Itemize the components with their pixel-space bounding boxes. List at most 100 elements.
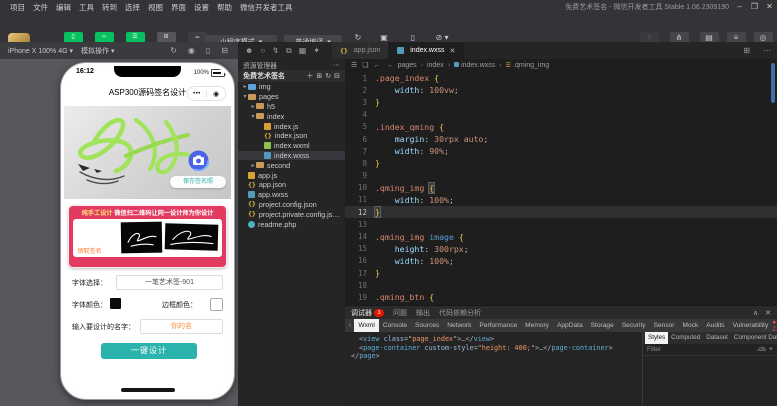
breadcrumb-item-.qming_img[interactable]: ☰ .qming_img [506, 62, 550, 69]
refresh-icon[interactable]: ↻ [325, 72, 331, 80]
panel-tab-输出[interactable]: 输出 [416, 308, 430, 318]
file-tree-item-app.js[interactable]: app.js [238, 170, 345, 180]
tab-index.wxss[interactable]: index.wxss ✕ [389, 42, 465, 59]
back-arrow-icon[interactable]: ← [374, 62, 381, 69]
close-panel-icon[interactable]: ✕ [765, 309, 771, 317]
devtools-tab-Console[interactable]: Console [379, 319, 411, 332]
file-tree-item-app.json[interactable]: {} app.json [238, 180, 345, 190]
project-section-header[interactable]: 免费艺术签名 ＋ ⊞ ↻ ⊟ [238, 70, 345, 82]
rotate-icon[interactable]: ↻ [170, 46, 177, 55]
dock-icon[interactable]: ⊟ [221, 46, 228, 55]
menu-item-项目[interactable]: 项目 [10, 2, 25, 13]
collapse-icon[interactable]: ⊟ [334, 72, 340, 80]
panel-tab-问题[interactable]: 问题 [393, 308, 407, 318]
tab-app.json[interactable]: {} app.json [331, 42, 390, 59]
styles-tab-Component Data[interactable]: Component Data [731, 332, 777, 344]
more-icon[interactable]: ••• [188, 91, 206, 97]
list-icon[interactable]: ☰ [351, 61, 357, 69]
devtools-tab-Performance[interactable]: Performance [475, 319, 521, 332]
close-icon[interactable]: ✕ [449, 47, 455, 55]
menu-item-设置[interactable]: 设置 [194, 2, 209, 13]
menu-item-文件[interactable]: 文件 [33, 2, 48, 13]
file-tree-item-index.json[interactable]: {} index.json [238, 131, 345, 141]
forward-arrow-icon[interactable]: → [386, 62, 393, 69]
panel-tab-调试器[interactable]: 调试器 3 [351, 308, 384, 318]
devtools-tab-AppData[interactable]: AppData [553, 319, 587, 332]
styles-tab-Styles[interactable]: Styles [645, 332, 669, 344]
profile-icon[interactable]: ☻ [245, 46, 253, 55]
collapse-panel-icon[interactable]: ∧ [753, 309, 758, 317]
file-tree-item-pages[interactable]: ▾ pages [238, 92, 345, 102]
code-area[interactable]: 1 .page_index {2 width: 100vw; 3} 4 5 .index_… [345, 72, 777, 305]
new-folder-icon[interactable]: ⊞ [316, 72, 322, 80]
file-tree-item-h5[interactable]: ▸ h5 [238, 102, 345, 112]
file-tree-item-project.config.json[interactable]: {} project.config.json [238, 200, 345, 210]
devtools-tab-Wxml[interactable]: Wxml [354, 319, 379, 332]
devtools-tab-Vulnerability[interactable]: Vulnerability [729, 319, 773, 332]
add-style-icon[interactable]: + [769, 346, 773, 353]
panel-tab-代码依赖分析[interactable]: 代码依赖分析 [439, 308, 481, 318]
editor-scrollbar[interactable] [771, 63, 775, 103]
device-dropdown[interactable]: iPhone X 100% 4G ▾ [8, 47, 73, 55]
file-tree-item-index.js[interactable]: index.js [238, 121, 345, 131]
styles-tab-Computed[interactable]: Computed [668, 332, 703, 344]
wxml-tree-row-0[interactable]: <view class="page_index">…</view> [351, 335, 642, 344]
cls-toggle[interactable]: .cls [756, 346, 765, 353]
search-icon[interactable]: ○ [260, 46, 265, 55]
promo-banner[interactable]: 纯手工设计 微信扫二维码让同一设计师为你设计 领取签名 [68, 205, 227, 268]
file-tree-item-app.wxss[interactable]: app.wxss [238, 190, 345, 200]
file-tree-item-project.private.config.js…[interactable]: {} project.private.config.js… [238, 209, 345, 219]
devtools-tab-Sensor[interactable]: Sensor [650, 319, 679, 332]
devtools-tab-Sources[interactable]: Sources [411, 319, 443, 332]
back-icon[interactable]: ‹ [349, 322, 351, 329]
wxml-tree-row-1[interactable]: <page-container custom-style="height: 40… [351, 344, 642, 353]
split-editor-icon[interactable]: ⊞ [743, 46, 750, 55]
devtools-tab-Network[interactable]: Network [443, 319, 475, 332]
one-click-design-button[interactable]: 一键设计 [101, 343, 197, 359]
border-color-swatch[interactable] [210, 298, 223, 311]
menu-item-编辑[interactable]: 编辑 [56, 2, 71, 13]
font-select-input[interactable]: 一笔艺术签-901 [116, 275, 223, 290]
file-tree-item-readme.php[interactable]: readme.php [238, 219, 345, 229]
file-tree-item-img[interactable]: ▸ img [238, 82, 345, 92]
devtools-tab-Mock[interactable]: Mock [679, 319, 703, 332]
styles-tab-Dataset[interactable]: Dataset [703, 332, 731, 344]
menu-item-视图[interactable]: 视图 [148, 2, 163, 13]
name-input[interactable]: 你的名 [140, 319, 223, 334]
save-signature-button[interactable]: 保存签名照 [170, 176, 226, 188]
windows-icon[interactable]: ⧉ [286, 46, 292, 56]
minimize-button[interactable]: – [732, 0, 747, 15]
file-tree-item-index[interactable]: ▾ index [238, 111, 345, 121]
close-button[interactable]: ✕ [762, 0, 777, 15]
screenshot-icon[interactable]: ◉ [188, 46, 195, 55]
more-icon[interactable]: ⋯ [333, 61, 340, 69]
menu-item-帮助[interactable]: 帮助 [217, 2, 232, 13]
camera-icon[interactable] [187, 149, 210, 172]
menu-item-工具[interactable]: 工具 [79, 2, 94, 13]
devtools-tab-Security[interactable]: Security [618, 319, 650, 332]
file-tree-item-index.wxml[interactable]: index.wxml [238, 141, 345, 151]
maximize-button[interactable]: ❐ [747, 0, 762, 15]
simulate-ops-dropdown[interactable]: 模拟操作 ▾ [81, 46, 114, 56]
device-icon[interactable]: ▯ [206, 46, 210, 55]
wxml-element-tree[interactable]: <view class="page_index">…</view> <page-c… [345, 332, 642, 406]
more-icon[interactable]: ⋯ [763, 46, 771, 55]
breadcrumb-item-pages[interactable]: pages [398, 62, 417, 69]
star-icon[interactable]: ✦ [313, 46, 320, 55]
wxml-tree-row-2[interactable]: </page> [351, 352, 642, 361]
font-color-swatch[interactable] [110, 298, 121, 309]
lightning-icon[interactable]: ↯ [272, 46, 279, 55]
new-file-icon[interactable]: ＋ [306, 71, 313, 81]
devtools-tab-Memory[interactable]: Memory [521, 319, 553, 332]
claim-signature-link[interactable]: 领取签名 [77, 246, 102, 255]
menu-item-界面[interactable]: 界面 [171, 2, 186, 13]
menu-item-微信开发者工具[interactable]: 微信开发者工具 [240, 2, 293, 13]
breadcrumb-item-index.wxss[interactable]: index.wxss [454, 61, 495, 69]
bookmark-icon[interactable]: ❏ [362, 61, 368, 69]
devtools-tab-Audits[interactable]: Audits [702, 319, 728, 332]
file-tree-item-index.wxss[interactable]: index.wxss [238, 150, 345, 161]
layout-icon[interactable]: ▦ [299, 46, 307, 55]
menu-item-选择[interactable]: 选择 [125, 2, 140, 13]
home-icon[interactable]: ◉ [207, 90, 225, 98]
devtools-tab-Storage[interactable]: Storage [587, 319, 618, 332]
